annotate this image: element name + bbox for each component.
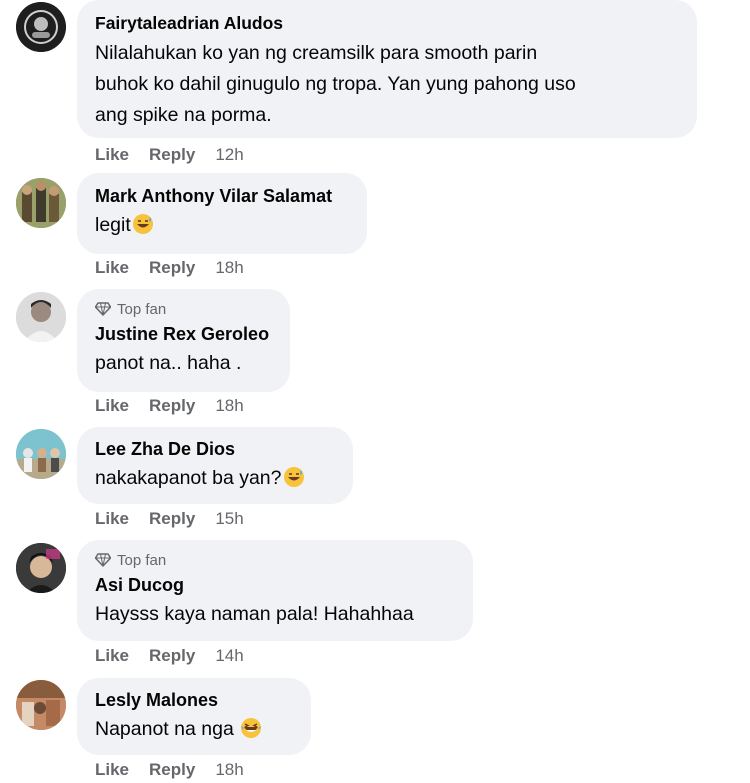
- comment-text-line: buhok ko dahil ginugulo ng tropa. Yan yu…: [95, 73, 576, 95]
- comment-text-line: legit: [95, 214, 131, 236]
- reply-button[interactable]: Reply: [149, 646, 195, 666]
- timestamp[interactable]: 12h: [215, 145, 243, 165]
- diamond-icon: [95, 302, 111, 316]
- comment-text-line: Napanot na nga: [95, 718, 240, 740]
- grinning-sweat-emoji: [132, 214, 153, 234]
- comment-actions: Like Reply 18h: [95, 258, 244, 278]
- reply-button[interactable]: Reply: [149, 258, 195, 278]
- top-fan-badge: Top fan: [95, 299, 270, 319]
- author-name[interactable]: Lee Zha De Dios: [95, 438, 333, 460]
- laughing-tears-emoji: [241, 718, 262, 738]
- author-name[interactable]: Lesly Malones: [95, 689, 291, 711]
- like-button[interactable]: Like: [95, 646, 129, 666]
- avatar[interactable]: [16, 429, 66, 479]
- comment-bubble: Lesly Malones Napanot na nga: [77, 678, 311, 755]
- like-button[interactable]: Like: [95, 258, 129, 278]
- comment-text: legit: [95, 210, 347, 240]
- timestamp[interactable]: 18h: [215, 760, 243, 780]
- avatar[interactable]: [16, 2, 66, 52]
- avatar[interactable]: [16, 543, 66, 593]
- author-name[interactable]: Justine Rex Geroleo: [95, 323, 270, 345]
- reply-button[interactable]: Reply: [149, 396, 195, 416]
- comment-bubble: Mark Anthony Vilar Salamat legit: [77, 173, 367, 254]
- comment-text-line: Haysss kaya naman pala! Hahahhaa: [95, 603, 414, 625]
- comment-bubble: Fairytaleadrian Aludos Nilalahukan ko ya…: [77, 0, 697, 138]
- comment-bubble: Lee Zha De Dios nakakapanot ba yan?: [77, 427, 353, 504]
- like-button[interactable]: Like: [95, 509, 129, 529]
- author-name[interactable]: Mark Anthony Vilar Salamat: [95, 185, 347, 207]
- avatar[interactable]: [16, 178, 66, 228]
- comment-text: nakakapanot ba yan?: [95, 463, 333, 493]
- author-name[interactable]: Fairytaleadrian Aludos: [95, 12, 677, 34]
- author-name[interactable]: Asi Ducog: [95, 574, 453, 596]
- avatar[interactable]: [16, 292, 66, 342]
- reply-button[interactable]: Reply: [149, 145, 195, 165]
- top-fan-label: Top fan: [117, 551, 167, 569]
- comment-bubble: Top fan Justine Rex Geroleo panot na.. h…: [77, 289, 290, 392]
- comment-actions: Like Reply 18h: [95, 760, 244, 780]
- like-button[interactable]: Like: [95, 396, 129, 416]
- comment-text-line: nakakapanot ba yan?: [95, 467, 282, 489]
- comment-text-line: Nilalahukan ko yan ng creamsilk para smo…: [95, 42, 538, 64]
- comment-text: Haysss kaya naman pala! Hahahhaa: [95, 599, 453, 629]
- timestamp[interactable]: 18h: [215, 396, 243, 416]
- comment-text: Napanot na nga: [95, 714, 291, 744]
- comment-actions: Like Reply 15h: [95, 509, 244, 529]
- top-fan-badge: Top fan: [95, 550, 453, 570]
- timestamp[interactable]: 15h: [215, 509, 243, 529]
- comment-text: panot na.. haha .: [95, 348, 270, 378]
- comment-text: Nilalahukan ko yan ng creamsilk para smo…: [95, 38, 677, 131]
- like-button[interactable]: Like: [95, 760, 129, 780]
- comment-bubble: Top fan Asi Ducog Haysss kaya naman pala…: [77, 540, 473, 641]
- like-button[interactable]: Like: [95, 145, 129, 165]
- timestamp[interactable]: 14h: [215, 646, 243, 666]
- comment-text-line: panot na.. haha .: [95, 352, 242, 374]
- comment-actions: Like Reply 12h: [95, 145, 244, 165]
- grinning-sweat-emoji: [283, 467, 304, 487]
- reply-button[interactable]: Reply: [149, 760, 195, 780]
- top-fan-label: Top fan: [117, 300, 167, 318]
- timestamp[interactable]: 18h: [215, 258, 243, 278]
- diamond-icon: [95, 553, 111, 567]
- comment-text-line: ang spike na porma.: [95, 104, 272, 126]
- reply-button[interactable]: Reply: [149, 509, 195, 529]
- avatar[interactable]: [16, 680, 66, 730]
- comment-actions: Like Reply 14h: [95, 646, 244, 666]
- comment-actions: Like Reply 18h: [95, 396, 244, 416]
